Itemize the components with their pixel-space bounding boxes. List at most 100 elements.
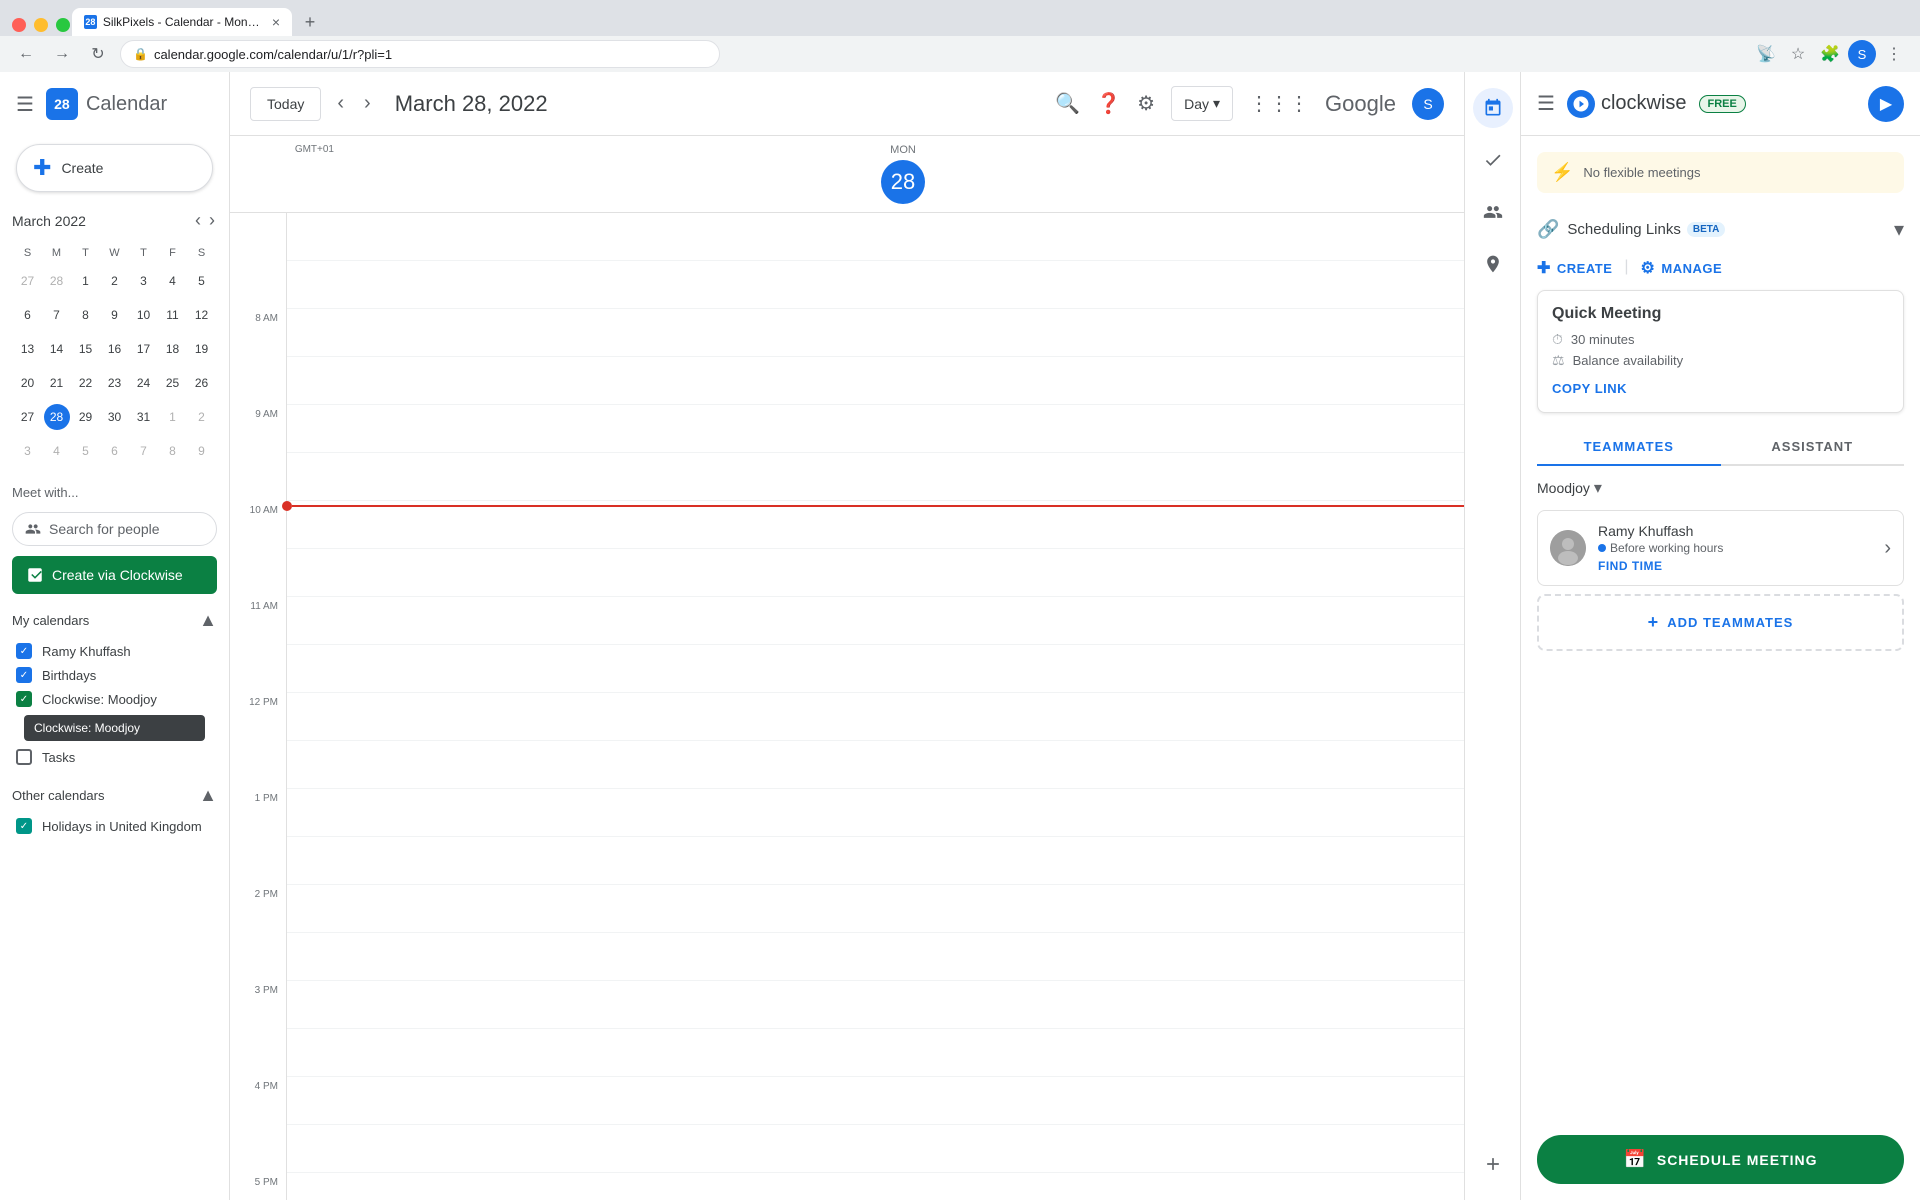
user-avatar[interactable]: S [1412, 88, 1444, 120]
mini-cal-day[interactable]: 4 [43, 435, 70, 467]
mini-cal-day[interactable]: 14 [43, 333, 70, 365]
mini-cal-day[interactable]: 8 [72, 299, 99, 331]
mini-cal-day[interactable]: 5 [188, 265, 215, 297]
mini-cal-day[interactable]: 25 [159, 367, 186, 399]
prev-period-button[interactable]: ‹ [333, 88, 348, 119]
mini-cal-day[interactable]: 6 [101, 435, 128, 467]
back-button[interactable]: ← [12, 40, 40, 68]
mini-cal-day[interactable]: 31 [130, 401, 157, 433]
mini-cal-day[interactable]: 5 [72, 435, 99, 467]
mini-cal-day[interactable]: 6 [14, 299, 41, 331]
mini-cal-day[interactable]: 2 [188, 401, 215, 433]
tab-assistant[interactable]: ASSISTANT [1721, 429, 1905, 464]
mini-cal-day[interactable]: 27 [14, 401, 41, 433]
events-column[interactable] [286, 213, 1464, 1200]
create-link-button[interactable]: ✚ CREATE [1537, 258, 1612, 278]
mini-cal-prev[interactable]: ‹ [193, 208, 203, 233]
calendar-tasks[interactable]: Tasks [12, 745, 217, 769]
more-options-icon[interactable]: ⋮ [1880, 40, 1908, 68]
mini-cal-day[interactable]: 1 [72, 265, 99, 297]
rail-icon-plus[interactable] [1473, 1144, 1513, 1184]
mini-cal-day[interactable]: 27 [14, 265, 41, 297]
cw-hamburger-menu[interactable]: ☰ [1537, 91, 1555, 116]
window-close[interactable] [12, 18, 26, 32]
rail-icon-calendar[interactable] [1473, 88, 1513, 128]
window-minimize[interactable] [34, 18, 48, 32]
mini-cal-day[interactable]: 23 [101, 367, 128, 399]
calendar-checkbox[interactable]: ✓ [16, 691, 32, 707]
mini-cal-day[interactable]: 29 [72, 401, 99, 433]
mini-cal-day[interactable]: 17 [130, 333, 157, 365]
calendar-checkbox[interactable] [16, 749, 32, 765]
help-button[interactable]: ❓ [1096, 91, 1121, 116]
mini-cal-day[interactable]: 26 [188, 367, 215, 399]
profile-icon[interactable]: S [1848, 40, 1876, 68]
calendar-checkbox[interactable]: ✓ [16, 643, 32, 659]
cast-icon[interactable]: 📡 [1752, 40, 1780, 68]
mini-cal-day[interactable]: 4 [159, 265, 186, 297]
search-button[interactable]: 🔍 [1055, 91, 1080, 116]
teammate-card-ramy[interactable]: Ramy Khuffash Before working hours FIND … [1537, 510, 1904, 586]
calendar-ramy-khuffash[interactable]: ✓ Ramy Khuffash [12, 639, 217, 663]
mini-cal-day[interactable]: 12 [188, 299, 215, 331]
quick-meeting-card[interactable]: Quick Meeting ⏱ 30 minutes ⚖ Balance ava… [1537, 290, 1904, 413]
url-bar[interactable]: 🔒 calendar.google.com/calendar/u/1/r?pli… [120, 40, 720, 68]
create-via-clockwise-button[interactable]: Create via Clockwise [12, 556, 217, 594]
close-tab-icon[interactable]: × [272, 14, 280, 30]
rail-icon-check[interactable] [1473, 140, 1513, 180]
create-button[interactable]: ✚ Create [16, 144, 213, 192]
mini-cal-day[interactable]: 11 [159, 299, 186, 331]
reload-button[interactable]: ↻ [84, 40, 112, 68]
mini-cal-day[interactable]: 24 [130, 367, 157, 399]
calendar-holidays-uk[interactable]: ✓ Holidays in United Kingdom [12, 814, 217, 838]
team-selector[interactable]: Moodjoy ▾ [1537, 478, 1904, 498]
mini-cal-day[interactable]: 15 [72, 333, 99, 365]
copy-link-button[interactable]: COPY LINK [1552, 381, 1627, 396]
calendar-clockwise-moodjoy[interactable]: ✓ Clockwise: Moodjoy [12, 687, 217, 711]
view-selector[interactable]: Day ▾ [1171, 86, 1233, 121]
apps-button[interactable]: ⋮⋮⋮ [1249, 91, 1309, 116]
other-calendars-section[interactable]: Other calendars ▲ [12, 785, 217, 806]
active-tab[interactable]: 28 SilkPixels - Calendar - Monday... × [72, 8, 292, 36]
rail-icon-people[interactable] [1473, 192, 1513, 232]
forward-button[interactable]: → [48, 40, 76, 68]
add-teammates-button[interactable]: + ADD TEAMMATES [1537, 594, 1904, 651]
mini-cal-day[interactable]: 9 [101, 299, 128, 331]
mini-cal-day[interactable]: 16 [101, 333, 128, 365]
next-period-button[interactable]: › [360, 88, 375, 119]
mini-cal-day[interactable]: 30 [101, 401, 128, 433]
mini-cal-day[interactable]: 2 [101, 265, 128, 297]
mini-cal-day[interactable]: 18 [159, 333, 186, 365]
schedule-meeting-button[interactable]: 📅 SCHEDULE MEETING [1537, 1135, 1904, 1184]
mini-cal-day[interactable]: 28 [43, 265, 70, 297]
hamburger-menu[interactable]: ☰ [16, 92, 34, 117]
manage-links-button[interactable]: ⚙ MANAGE [1641, 258, 1723, 278]
mini-cal-day[interactable]: 8 [159, 435, 186, 467]
mini-cal-day[interactable]: 21 [43, 367, 70, 399]
mini-cal-day[interactable]: 10 [130, 299, 157, 331]
mini-cal-day[interactable]: 1 [159, 401, 186, 433]
mini-cal-day[interactable]: 19 [188, 333, 215, 365]
mini-cal-day-today[interactable]: 28 [43, 401, 70, 433]
calendar-checkbox[interactable]: ✓ [16, 818, 32, 834]
mini-cal-day[interactable]: 3 [130, 265, 157, 297]
day-number-large[interactable]: 28 [881, 160, 925, 204]
settings-button[interactable]: ⚙ [1137, 91, 1155, 116]
mini-cal-day[interactable]: 3 [14, 435, 41, 467]
mini-cal-day[interactable]: 9 [188, 435, 215, 467]
mini-cal-day[interactable]: 13 [14, 333, 41, 365]
today-button[interactable]: Today [250, 87, 321, 121]
rail-icon-location[interactable] [1473, 244, 1513, 284]
scheduling-links-header[interactable]: 🔗 Scheduling Links BETA ▾ [1537, 209, 1904, 250]
calendar-birthdays[interactable]: ✓ Birthdays [12, 663, 217, 687]
tab-teammates[interactable]: TEAMMATES [1537, 429, 1721, 466]
mini-cal-next[interactable]: › [207, 208, 217, 233]
calendar-checkbox[interactable]: ✓ [16, 667, 32, 683]
window-maximize[interactable] [56, 18, 70, 32]
bookmark-icon[interactable]: ☆ [1784, 40, 1812, 68]
mini-cal-day[interactable]: 7 [130, 435, 157, 467]
mini-cal-day[interactable]: 7 [43, 299, 70, 331]
mini-cal-day[interactable]: 20 [14, 367, 41, 399]
extensions-icon[interactable]: 🧩 [1816, 40, 1844, 68]
find-time-button[interactable]: FIND TIME [1598, 559, 1884, 573]
